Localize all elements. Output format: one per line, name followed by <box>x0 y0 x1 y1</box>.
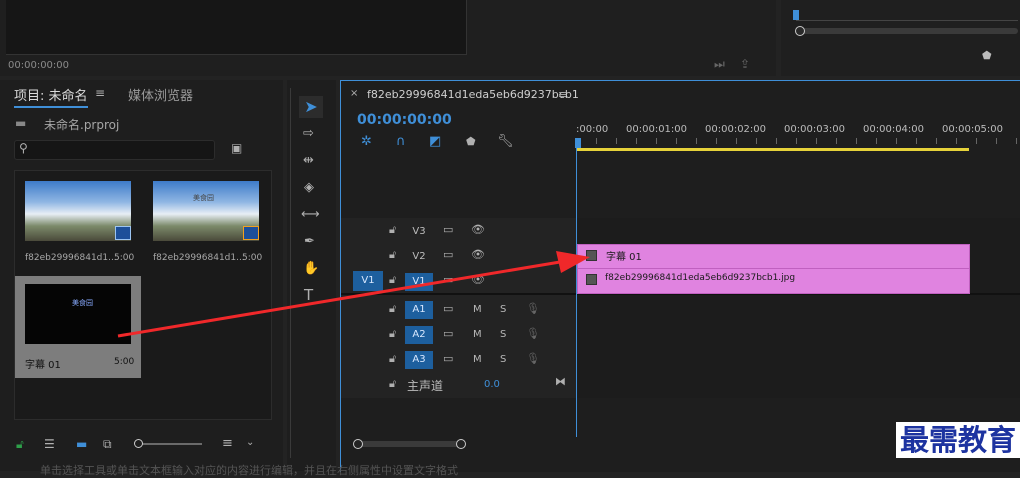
annotation-arrow <box>117 251 590 338</box>
watermark: 最需教育 <box>896 422 1020 458</box>
bottom-caption: 单击选择工具或单击文本框输入对应的内容进行编辑，并且在右侧属性中设置文字格式 <box>40 464 458 477</box>
